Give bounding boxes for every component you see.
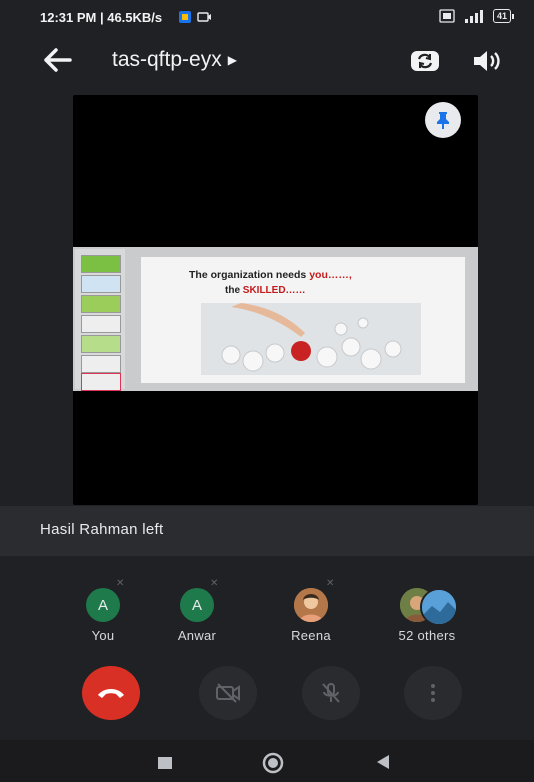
switch-camera-icon [411, 51, 439, 71]
circle-icon [262, 752, 284, 774]
avatar-photo [294, 588, 328, 622]
pin-icon [437, 112, 449, 129]
participant-reena[interactable]: ✕ Reena [266, 578, 356, 643]
slide-thumbnail [81, 295, 121, 313]
slide-thumbnail [81, 255, 121, 273]
avatar: A [86, 588, 120, 622]
caret-right-icon: ▶ [227, 53, 237, 68]
mic-off-small-icon: ✕ [210, 578, 219, 589]
slide-thumbnail [81, 355, 121, 373]
slide-image [201, 303, 421, 375]
call-controls [0, 666, 534, 722]
video-off-icon [216, 683, 240, 703]
participant-name: You [91, 628, 115, 643]
home-button[interactable] [262, 752, 284, 779]
status-time-speed: 12:31 PM | 46.5KB/s [40, 10, 163, 25]
end-call-button[interactable] [82, 666, 140, 720]
more-vertical-icon [431, 684, 435, 702]
speaker-button[interactable] [470, 46, 502, 76]
sim-icon [439, 9, 455, 23]
status-bar: 12:31 PM | 46.5KB/s 41 [0, 0, 534, 34]
camera-toggle-button[interactable] [199, 666, 257, 720]
square-icon [158, 757, 172, 769]
notification-bar: Hasil Rahman left [0, 506, 534, 556]
mic-off-small-icon: ✕ [326, 578, 335, 589]
participant-you[interactable]: ✕ A You [58, 578, 148, 643]
battery-level: 41 [492, 9, 511, 23]
participant-anwar[interactable]: ✕ A Anwar [152, 578, 242, 643]
slide-canvas: The organization needs you……, the SKILLE… [141, 257, 465, 383]
phone-hangup-icon [98, 689, 124, 698]
slide-thumbnail [81, 335, 121, 353]
shared-slide: The organization needs you……, the SKILLE… [73, 247, 478, 391]
volume-icon [474, 51, 500, 71]
slide-thumbnail [81, 315, 121, 333]
back-nav-button[interactable] [376, 755, 390, 774]
status-right: 41 [439, 9, 514, 23]
participant-name: Reena [291, 628, 331, 643]
person-photo-icon [294, 588, 328, 622]
notification-text: Hasil Rahman left [40, 521, 164, 538]
slide-thumbnail [81, 373, 121, 391]
participant-name: 52 others [398, 628, 456, 643]
app-notification-icon [179, 11, 211, 23]
back-button[interactable] [40, 46, 74, 74]
slide-text: The organization needs [189, 269, 310, 281]
participant-name: Anwar [177, 628, 217, 643]
avatar-photo [420, 588, 458, 626]
participant-others[interactable]: 52 others [382, 588, 472, 643]
mic-off-icon [322, 683, 340, 703]
system-navigation-bar [0, 740, 534, 782]
meeting-code-button[interactable]: tas-qftp-eyx ▶ [112, 48, 237, 72]
landscape-photo-icon [422, 590, 456, 624]
triangle-back-icon [377, 755, 389, 769]
avatar: A [180, 588, 214, 622]
slide-text-line2: the SKILLED…… [225, 285, 306, 296]
app-bar: tas-qftp-eyx ▶ [0, 36, 534, 86]
notification-icons [178, 10, 214, 29]
slide-thumbnails [75, 249, 125, 391]
pin-button[interactable] [425, 102, 461, 138]
mic-off-small-icon: ✕ [116, 578, 125, 589]
slide-text: the [225, 285, 243, 296]
battery-icon: 41 [492, 9, 514, 23]
slide-highlight: SKILLED…… [242, 285, 306, 296]
switch-camera-button[interactable] [408, 46, 442, 76]
more-options-button[interactable] [404, 666, 462, 720]
slide-thumbnail [81, 275, 121, 293]
slide-highlight: you……, [309, 269, 352, 281]
recents-button[interactable] [158, 756, 172, 774]
signal-icon [464, 10, 483, 23]
microphone-toggle-button[interactable] [302, 666, 360, 720]
slide-text-line1: The organization needs you……, [189, 269, 352, 281]
arrow-left-icon [44, 48, 72, 72]
presentation-video-tile[interactable]: The organization needs you……, the SKILLE… [73, 95, 478, 505]
stacked-avatars [400, 588, 458, 626]
meeting-code: tas-qftp-eyx [112, 48, 222, 71]
